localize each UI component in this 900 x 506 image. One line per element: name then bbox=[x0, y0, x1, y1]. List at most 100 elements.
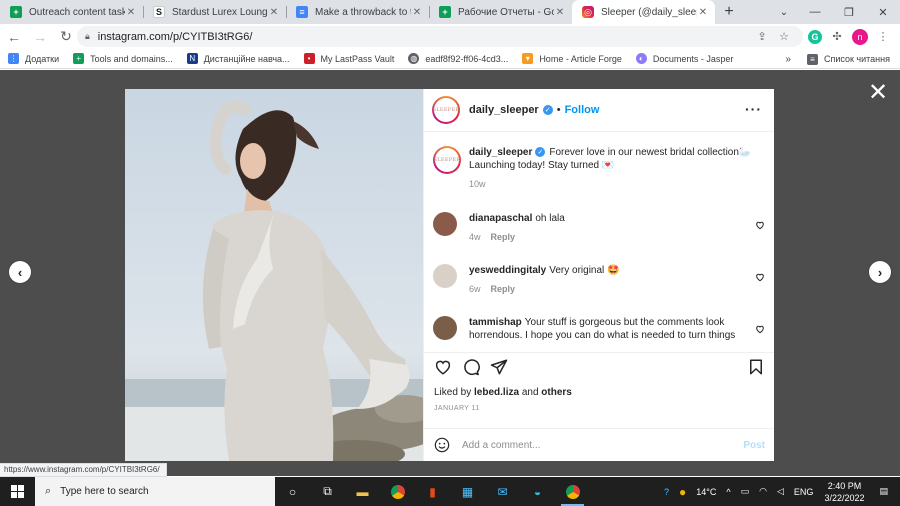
bookmark-articleforge[interactable]: ▾ Home - Article Forge bbox=[522, 53, 622, 64]
help-icon[interactable]: ? bbox=[664, 487, 669, 497]
more-options-icon[interactable]: ··· bbox=[745, 101, 762, 117]
like-comment-icon[interactable] bbox=[755, 272, 765, 282]
bookmark-label: Home - Article Forge bbox=[539, 53, 622, 64]
comment-username[interactable]: tammishap bbox=[469, 317, 522, 328]
tab-close-icon[interactable]: ✕ bbox=[697, 7, 709, 18]
grammarly-icon[interactable]: G bbox=[808, 29, 822, 44]
commenter-avatar[interactable] bbox=[433, 264, 457, 288]
reload-icon[interactable]: ↻ bbox=[54, 25, 78, 49]
clock[interactable]: 2:40 PM 3/22/2022 bbox=[824, 480, 864, 504]
bookmark-star-icon[interactable]: ☆ bbox=[773, 30, 795, 43]
tab-close-icon[interactable]: ✕ bbox=[554, 7, 566, 18]
weather-sun-icon[interactable]: ● bbox=[679, 485, 686, 499]
back-icon[interactable]: ← bbox=[2, 25, 26, 49]
windows-start-icon[interactable] bbox=[0, 477, 35, 506]
commenter-avatar[interactable] bbox=[433, 316, 457, 340]
bookmark-apps[interactable]: ⋮ Додатки bbox=[8, 53, 59, 64]
bookmark-distance[interactable]: N Дистанційне навча... bbox=[186, 53, 290, 64]
language-indicator[interactable]: ENG bbox=[794, 487, 814, 497]
tab-outreach[interactable]: + Outreach content tasks M ✕ bbox=[0, 0, 143, 24]
author-username[interactable]: daily_sleeper bbox=[469, 104, 539, 116]
office-icon[interactable]: ▮ bbox=[415, 477, 450, 506]
taskbar-search[interactable]: ⌕ Type here to search bbox=[35, 477, 275, 506]
save-bookmark-icon[interactable] bbox=[747, 358, 765, 376]
tab-close-icon[interactable]: ✕ bbox=[411, 7, 423, 18]
follow-button[interactable]: Follow bbox=[565, 104, 600, 116]
browser-menu-icon[interactable]: ⋮ bbox=[874, 28, 892, 46]
author-avatar[interactable]: SLEEPER bbox=[433, 146, 461, 174]
reply-button[interactable]: Reply bbox=[491, 232, 516, 242]
notifications-icon[interactable]: ▤ bbox=[879, 486, 888, 497]
commenter-avatar[interactable] bbox=[433, 212, 457, 236]
bookmark-tools[interactable]: + Tools and domains... bbox=[73, 53, 173, 64]
extensions-puzzle-icon[interactable]: ✣ bbox=[828, 28, 846, 46]
network-icon[interactable]: ◠ bbox=[759, 486, 767, 497]
tab-search-icon[interactable]: ⌄ bbox=[772, 0, 796, 24]
tab-close-icon[interactable]: ✕ bbox=[268, 7, 280, 18]
tray-chevron-icon[interactable]: ^ bbox=[726, 487, 730, 497]
lock-icon[interactable]: 🔒︎ bbox=[85, 31, 90, 42]
bookmarks-overflow-icon[interactable]: » bbox=[785, 54, 791, 65]
tab-instagram[interactable]: ◎ Sleeper (@daily_sleeper) · ✕ bbox=[572, 0, 715, 24]
comment-body: yesweddingitaly Very original 🤩 6w Reply bbox=[469, 264, 757, 296]
bookmark-label: eadf8f92-ff06-4cd3... bbox=[425, 53, 509, 64]
new-tab-button[interactable]: + bbox=[715, 0, 743, 24]
comment-input[interactable]: Add a comment... bbox=[462, 440, 743, 451]
like-heart-icon[interactable] bbox=[434, 358, 452, 376]
forward-icon[interactable]: → bbox=[28, 25, 52, 49]
tab-stardust[interactable]: S Stardust Lurex Lounge Su ✕ bbox=[143, 0, 286, 24]
caption-username[interactable]: daily_sleeper bbox=[469, 147, 532, 158]
liked-by-others[interactable]: others bbox=[541, 387, 572, 398]
tab-title: Outreach content tasks M bbox=[29, 6, 125, 18]
next-post-icon[interactable]: › bbox=[869, 261, 891, 283]
cortana-icon[interactable]: ○ bbox=[275, 477, 310, 506]
microsoft-store-icon[interactable]: ▦ bbox=[450, 477, 485, 506]
share-paper-plane-icon[interactable] bbox=[490, 358, 508, 376]
bookmark-jasper[interactable]: ◐ Documents - Jasper bbox=[635, 53, 734, 64]
like-comment-icon[interactable] bbox=[755, 324, 765, 334]
tab-reports[interactable]: + Рабочие Отчеты - Googl ✕ bbox=[429, 0, 572, 24]
profile-avatar[interactable]: n bbox=[852, 28, 868, 45]
temperature[interactable]: 14°C bbox=[696, 487, 716, 497]
chrome-icon[interactable] bbox=[380, 477, 415, 506]
bookmark-label: Documents - Jasper bbox=[652, 53, 734, 64]
edge-icon[interactable]: ◒ bbox=[520, 477, 555, 506]
bookmark-eadf[interactable]: ◍ eadf8f92-ff06-4cd3... bbox=[408, 53, 508, 64]
comment-username[interactable]: dianapaschal bbox=[469, 213, 532, 224]
emoji-icon[interactable] bbox=[434, 437, 450, 453]
reading-list[interactable]: ≡ Список читання bbox=[806, 53, 890, 65]
bookmarks-right: » ≡ Список читання bbox=[785, 49, 890, 69]
close-window-icon[interactable]: ✕ bbox=[866, 0, 900, 24]
comment-age[interactable]: 4w bbox=[469, 232, 481, 242]
comment-username[interactable]: yesweddingitaly bbox=[469, 265, 546, 276]
file-explorer-icon[interactable]: ▬ bbox=[345, 477, 380, 506]
post-date[interactable]: JANUARY 11 bbox=[434, 405, 480, 412]
caption-age[interactable]: 10w bbox=[469, 178, 757, 191]
volume-icon[interactable]: ◁ bbox=[777, 486, 784, 497]
address-bar[interactable]: 🔒︎ instagram.com/p/CYITBI3tRG6/ ⇪ ☆ bbox=[77, 26, 803, 47]
restore-icon[interactable]: ❐ bbox=[832, 0, 866, 24]
bookmark-lastpass[interactable]: • My LastPass Vault bbox=[303, 53, 394, 64]
sleeper-logo: SLEEPER bbox=[434, 148, 460, 172]
reply-button[interactable]: Reply bbox=[491, 284, 516, 294]
task-view-icon[interactable]: ⧉ bbox=[310, 477, 345, 506]
comment-bubble-icon[interactable] bbox=[462, 358, 480, 376]
liked-by-user[interactable]: lebed.liza bbox=[474, 387, 519, 398]
comment-age[interactable]: 6w bbox=[469, 284, 481, 294]
post-photo[interactable] bbox=[125, 89, 423, 461]
chrome-profile-icon[interactable] bbox=[555, 477, 590, 506]
close-modal-icon[interactable]: ✕ bbox=[866, 81, 890, 105]
tab-title: Рабочие Отчеты - Googl bbox=[458, 6, 554, 18]
comments-list[interactable]: SLEEPER daily_sleeper ✓ Forever love in ou… bbox=[424, 132, 774, 348]
post-comment-button[interactable]: Post bbox=[743, 440, 765, 451]
battery-icon[interactable]: ▭ bbox=[741, 486, 750, 497]
url-text[interactable]: instagram.com/p/CYITBI3tRG6/ bbox=[98, 31, 751, 43]
previous-post-icon[interactable]: ‹ bbox=[9, 261, 31, 283]
minimize-icon[interactable]: — bbox=[798, 0, 832, 24]
tab-close-icon[interactable]: ✕ bbox=[125, 7, 137, 18]
share-icon[interactable]: ⇪ bbox=[751, 30, 773, 43]
author-avatar[interactable]: SLEEPER bbox=[432, 96, 460, 124]
mail-icon[interactable]: ✉ bbox=[485, 477, 520, 506]
tab-throwback[interactable]: ≡ Make a throwback to the ✕ bbox=[286, 0, 429, 24]
like-comment-icon[interactable] bbox=[755, 220, 765, 230]
